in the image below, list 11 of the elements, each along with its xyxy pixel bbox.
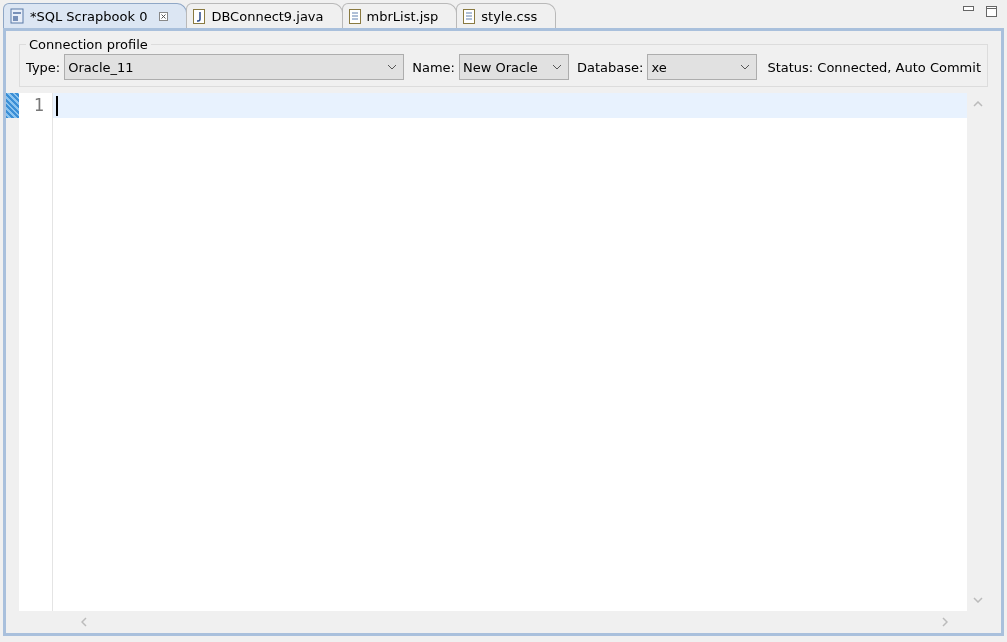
group-title: Connection profile	[28, 37, 149, 52]
editor-tab[interactable]: *SQL Scrapbook 0	[3, 3, 188, 28]
field-label: Database:	[577, 59, 644, 75]
dropdown[interactable]: Oracle_11	[64, 54, 405, 80]
field-label: Name:	[412, 59, 455, 75]
connection-status: Status: Connected, Auto Commit	[767, 59, 981, 75]
field-label: Type:	[26, 59, 61, 75]
dropdown[interactable]: xe	[647, 54, 758, 80]
editor-tab[interactable]: DBConnect9.java	[186, 3, 343, 28]
dropdown[interactable]: New Oracle	[459, 54, 569, 80]
editor-tab[interactable]: style.css	[456, 3, 557, 28]
